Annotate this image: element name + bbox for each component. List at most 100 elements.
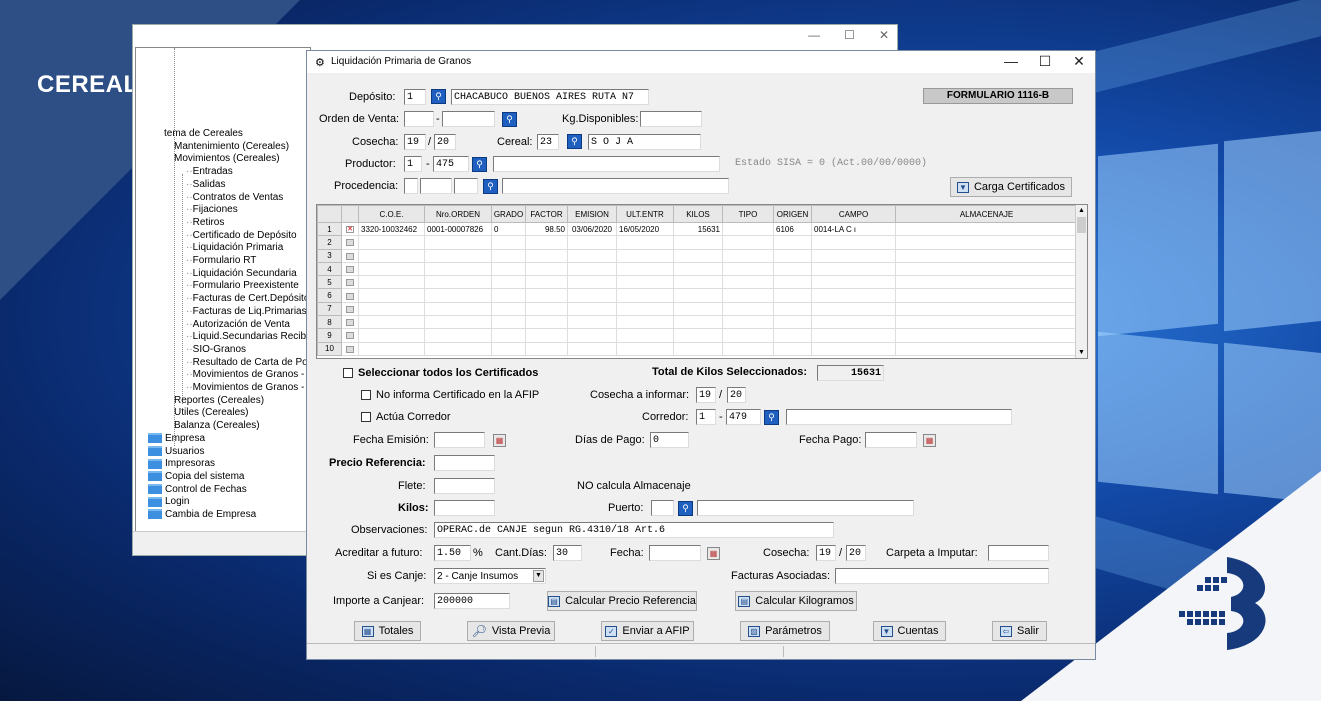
table-cell[interactable] (722, 301, 774, 317)
table-cell[interactable]: 0001-00007826 (424, 221, 492, 237)
table-cell[interactable]: 0 (491, 221, 526, 237)
tree-item[interactable]: ··Retiros (186, 217, 224, 229)
procedencia-field-a[interactable] (404, 178, 418, 194)
table-cell[interactable] (525, 248, 568, 263)
cant-dias-field[interactable]: 30 (553, 545, 582, 561)
table-cell[interactable] (773, 301, 812, 317)
row-select-cell[interactable] (341, 248, 359, 263)
cosecha-informar-to-field[interactable]: 20 (727, 387, 746, 403)
tree-item[interactable]: Impresoras (148, 458, 215, 470)
table-cell[interactable] (616, 235, 674, 250)
table-cell[interactable] (811, 301, 896, 317)
table-cell[interactable] (616, 328, 674, 343)
facturas-asociadas-field[interactable] (835, 568, 1049, 584)
table-cell[interactable] (491, 248, 526, 263)
column-header[interactable]: ALMACENAJE (895, 205, 1078, 223)
tree-item[interactable]: Movimientos (Cereales) (174, 153, 280, 165)
actua-corredor-checkbox[interactable] (361, 412, 371, 422)
table-cell[interactable] (722, 235, 774, 250)
cereal-search-icon[interactable]: ⚲ (567, 134, 582, 149)
close-button[interactable]: ✕ (879, 28, 889, 42)
table-cell[interactable] (567, 315, 617, 330)
table-cell[interactable]: 3320-10032462 (358, 221, 425, 237)
tree-item[interactable]: ··Liquid.Secundarias Recibi (186, 331, 308, 343)
tree-item[interactable]: tema de Cereales (164, 128, 243, 140)
cosecha-from-field[interactable]: 19 (404, 134, 426, 150)
table-cell[interactable] (616, 275, 674, 290)
puerto-code-field[interactable] (651, 500, 674, 516)
cereal-name-field[interactable]: S O J A (588, 134, 701, 150)
table-cell[interactable]: 0014-LA C ι (811, 221, 896, 237)
table-cell[interactable]: 15631 (673, 221, 723, 237)
table-cell[interactable] (895, 261, 1078, 277)
minimize-button[interactable]: — (996, 53, 1026, 69)
row-select-checkbox[interactable] (346, 345, 354, 353)
table-cell[interactable] (722, 261, 774, 277)
table-cell[interactable] (424, 288, 492, 303)
table-cell[interactable] (895, 221, 1078, 237)
puerto-name-field[interactable] (697, 500, 914, 516)
table-cell[interactable] (525, 261, 568, 277)
tree-item[interactable]: Utiles (Cereales) (174, 407, 248, 419)
cosecha-informar-from-field[interactable]: 19 (696, 387, 716, 403)
tree-item[interactable]: ··Salidas (186, 179, 225, 191)
tree-item[interactable]: Usuarios (148, 446, 204, 458)
column-header[interactable]: ULT.ENTR (616, 205, 674, 223)
table-cell[interactable] (773, 288, 812, 303)
puerto-search-icon[interactable]: ⚲ (678, 501, 693, 516)
table-row[interactable]: 10 (317, 341, 1078, 356)
table-cell[interactable] (491, 328, 526, 343)
vista-previa-button[interactable]: 🔎︎ Vista Previa (467, 621, 555, 641)
tree-item[interactable]: Balanza (Cereales) (174, 420, 260, 432)
calendar-icon[interactable]: ▦ (493, 434, 506, 447)
column-header[interactable]: CAMPO (811, 205, 896, 223)
procedencia-field-b[interactable] (420, 178, 452, 194)
table-cell[interactable] (773, 275, 812, 290)
column-header[interactable]: Nro.ORDEN (424, 205, 492, 223)
table-cell[interactable] (673, 288, 723, 303)
no-informa-checkbox[interactable] (361, 390, 371, 400)
row-select-cell[interactable] (341, 328, 359, 343)
productor-number-field[interactable]: 475 (433, 156, 469, 172)
tree-item[interactable]: ··Certificado de Depósito (186, 230, 297, 242)
productor-search-icon[interactable]: ⚲ (472, 157, 487, 172)
table-cell[interactable] (673, 235, 723, 250)
table-cell[interactable] (673, 248, 723, 263)
table-cell[interactable] (722, 275, 774, 290)
table-cell[interactable] (491, 341, 526, 356)
table-cell[interactable] (424, 341, 492, 356)
flete-field[interactable] (434, 478, 495, 494)
tree-item[interactable]: Control de Fechas (148, 484, 247, 496)
table-cell[interactable] (491, 275, 526, 290)
table-cell[interactable] (491, 288, 526, 303)
chevron-down-icon[interactable]: ▼ (533, 570, 544, 582)
maximize-button[interactable]: ☐ (844, 28, 855, 42)
table-cell[interactable] (673, 315, 723, 330)
row-select-checkbox[interactable] (346, 239, 354, 247)
tree-item[interactable]: ··Liquidación Secundaria (186, 268, 297, 280)
table-cell[interactable] (895, 328, 1078, 343)
table-cell[interactable] (811, 275, 896, 290)
table-cell[interactable] (811, 315, 896, 330)
row-select-cell[interactable] (341, 261, 359, 277)
cereal-number-field[interactable]: 23 (537, 134, 559, 150)
table-cell[interactable] (525, 328, 568, 343)
precio-referencia-field[interactable] (434, 455, 495, 471)
table-cell[interactable] (616, 315, 674, 330)
parametros-button[interactable]: ▨ Parámetros (740, 621, 830, 641)
table-cell[interactable] (811, 328, 896, 343)
table-cell[interactable] (491, 301, 526, 317)
calcular-kilogramos-button[interactable]: ▤ Calcular Kilogramos (735, 591, 857, 611)
fecha-emision-field[interactable] (434, 432, 485, 448)
orden-venta-number-field[interactable] (442, 111, 495, 127)
column-header[interactable]: GRADO (491, 205, 526, 223)
table-cell[interactable]: 03/06/2020 (567, 221, 617, 237)
table-row[interactable]: 1 ✕ 3320-10032462 0001-00007826 0 98.50 03/06/… (317, 221, 1078, 237)
table-cell[interactable] (358, 275, 425, 290)
table-cell[interactable] (722, 315, 774, 330)
table-cell[interactable] (567, 261, 617, 277)
table-cell[interactable] (773, 248, 812, 263)
salir-button[interactable]: ⇦ Salir (992, 621, 1047, 641)
table-cell[interactable] (424, 328, 492, 343)
table-cell[interactable] (811, 341, 896, 356)
